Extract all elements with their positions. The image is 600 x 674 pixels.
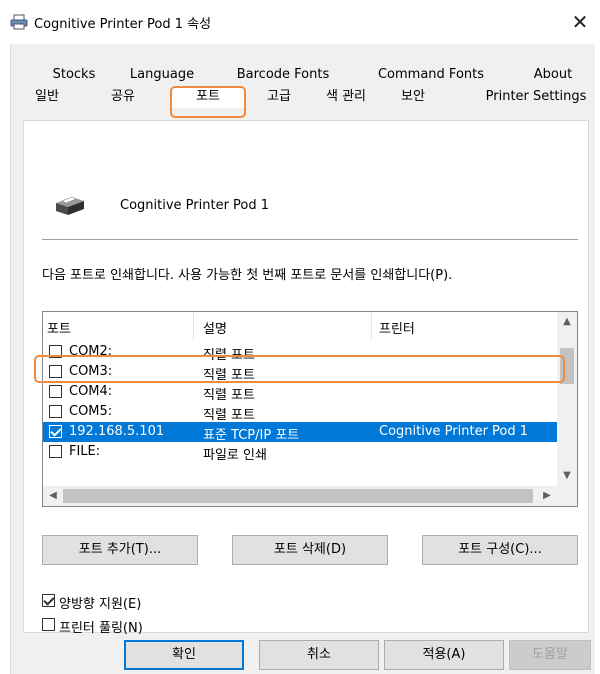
- port-row[interactable]: FILE: 파일로 인쇄: [43, 442, 557, 463]
- port-name: COM2:: [69, 344, 113, 359]
- close-icon[interactable]: ✕: [560, 0, 600, 44]
- horizontal-scrollbar[interactable]: ◀ ▶: [43, 486, 557, 506]
- printer-pooling-label: 프린터 풀링(N): [59, 621, 143, 636]
- tab-ports[interactable]: 포트: [172, 86, 244, 108]
- list-header: 포트 설명 프린터: [43, 312, 557, 340]
- port-name: COM5:: [69, 404, 113, 419]
- apply-button[interactable]: 적용(A): [384, 640, 504, 670]
- tab-row-1: Stocks Language Barcode Fonts Command Fo…: [11, 64, 596, 86]
- port-checkbox[interactable]: [49, 345, 62, 358]
- port-checkbox-checked[interactable]: [49, 425, 62, 438]
- tab-barcode-fonts[interactable]: Barcode Fonts: [229, 64, 337, 86]
- port-checkbox[interactable]: [49, 445, 62, 458]
- column-port[interactable]: 포트: [47, 318, 71, 337]
- tab-printer-settings[interactable]: Printer Settings: [477, 86, 595, 108]
- port-checkbox[interactable]: [49, 405, 62, 418]
- port-name: 192.168.5.101: [69, 424, 165, 439]
- tab-stocks[interactable]: Stocks: [43, 64, 105, 86]
- tab-color-management[interactable]: 색 관리: [315, 86, 377, 108]
- tab-language[interactable]: Language: [121, 64, 203, 86]
- port-description: 파일로 인쇄: [203, 448, 267, 463]
- port-description: 직렬 포트: [203, 368, 255, 383]
- divider: [42, 239, 578, 240]
- scroll-thumb[interactable]: [63, 489, 533, 503]
- scroll-down-icon[interactable]: ▼: [557, 466, 577, 486]
- column-printer[interactable]: 프린터: [379, 318, 415, 337]
- cancel-button[interactable]: 취소: [259, 640, 379, 670]
- port-row[interactable]: COM4: 직렬 포트: [43, 382, 557, 403]
- scrollbar-corner: [557, 486, 577, 506]
- printer-name: Cognitive Printer Pod 1: [120, 198, 270, 213]
- port-description: 직렬 포트: [203, 388, 255, 403]
- port-row[interactable]: COM2: 직렬 포트: [43, 342, 557, 363]
- tab-advanced[interactable]: 고급: [255, 86, 303, 108]
- checkbox-checked[interactable]: [42, 594, 55, 607]
- port-row-selected[interactable]: 192.168.5.101 표준 TCP/IP 포트 Cognitive Pri…: [43, 422, 557, 443]
- bidirectional-support-label: 양방향 지원(E): [59, 597, 142, 612]
- tab-about[interactable]: About: [523, 64, 583, 86]
- instruction-text: 다음 포트로 인쇄합니다. 사용 가능한 첫 번째 포트로 문서를 인쇄합니다(…: [42, 268, 453, 283]
- port-description: 표준 TCP/IP 포트: [203, 428, 300, 443]
- port-description: 직렬 포트: [203, 408, 255, 423]
- ok-button[interactable]: 확인: [124, 640, 244, 670]
- column-divider[interactable]: [371, 312, 372, 340]
- scroll-thumb[interactable]: [560, 348, 574, 384]
- port-description: 직렬 포트: [203, 348, 255, 363]
- port-name: FILE:: [69, 444, 101, 459]
- scroll-left-icon[interactable]: ◀: [43, 486, 63, 506]
- dialog-body: Stocks Language Barcode Fonts Command Fo…: [10, 44, 595, 674]
- delete-port-button[interactable]: 포트 삭제(D): [232, 535, 388, 565]
- port-checkbox[interactable]: [49, 385, 62, 398]
- scroll-up-icon[interactable]: ▲: [557, 312, 577, 332]
- help-button: 도움말: [509, 640, 591, 670]
- printer-app-icon: [10, 14, 28, 30]
- tab-sharing[interactable]: 공유: [99, 86, 147, 108]
- checkbox-unchecked[interactable]: [42, 618, 55, 631]
- tab-general[interactable]: 일반: [27, 86, 67, 108]
- scroll-right-icon[interactable]: ▶: [537, 486, 557, 506]
- configure-port-button[interactable]: 포트 구성(C)...: [422, 535, 578, 565]
- printer-icon: [56, 196, 84, 215]
- port-name: COM3:: [69, 364, 113, 379]
- port-list[interactable]: 포트 설명 프린터 COM2: 직렬 포트 COM3: 직렬 포트 COM4: …: [42, 311, 578, 507]
- port-row[interactable]: COM3: 직렬 포트: [43, 362, 557, 383]
- tab-security[interactable]: 보안: [393, 86, 433, 108]
- port-name: COM4:: [69, 384, 113, 399]
- port-checkbox[interactable]: [49, 365, 62, 378]
- title-bar: Cognitive Printer Pod 1 속성 ✕: [0, 0, 600, 44]
- port-row[interactable]: COM5: 직렬 포트: [43, 402, 557, 423]
- add-port-button[interactable]: 포트 추가(T)...: [42, 535, 198, 565]
- ports-panel: Cognitive Printer Pod 1 다음 포트로 인쇄합니다. 사용…: [23, 120, 589, 636]
- tab-command-fonts[interactable]: Command Fonts: [367, 64, 495, 86]
- tab-row-2: 일반 공유 포트 고급 색 관리 보안 Printer Settings: [11, 86, 596, 108]
- column-description[interactable]: 설명: [203, 318, 227, 337]
- window-title: Cognitive Printer Pod 1 속성: [34, 17, 212, 32]
- port-printer: Cognitive Printer Pod 1: [379, 424, 529, 439]
- vertical-scrollbar[interactable]: ▲ ▼: [557, 312, 577, 486]
- column-divider[interactable]: [193, 312, 194, 340]
